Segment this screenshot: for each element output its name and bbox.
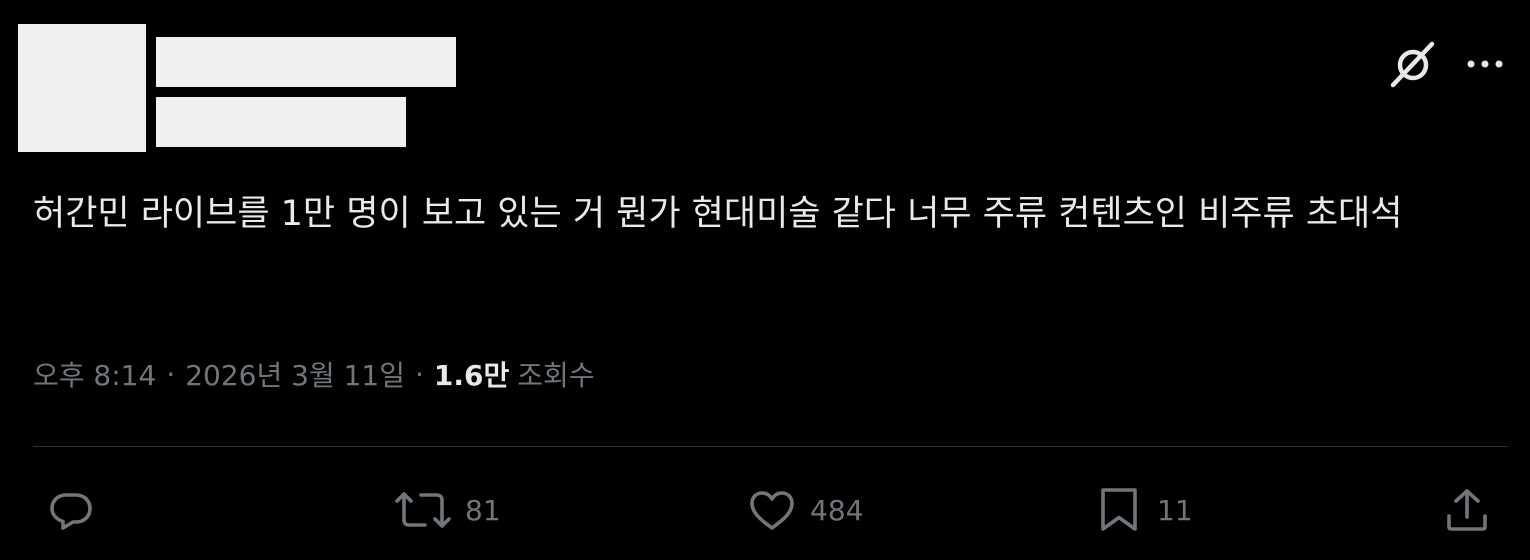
retweet-icon [393, 486, 453, 534]
reply-button[interactable] [46, 486, 98, 534]
grok-icon[interactable] [1386, 38, 1440, 92]
retweet-button[interactable]: 81 [393, 486, 501, 534]
tweet-meta: 오후 8:14 · 2026년 3월 11일 · 1.6만 조회수 [33, 352, 595, 396]
tweet-text: 허간민 라이브를 1만 명이 보고 있는 거 뭔가 현대미술 같다 너무 주류 … [33, 194, 1403, 234]
retweet-count: 81 [465, 493, 501, 527]
bookmark-button[interactable]: 11 [1097, 486, 1193, 534]
tweet-time[interactable]: 오후 8:14 [33, 354, 156, 394]
bookmark-count: 11 [1157, 493, 1193, 527]
views-count: 1.6만 [433, 359, 510, 392]
bookmark-icon [1097, 486, 1145, 534]
like-count: 484 [810, 493, 864, 527]
heart-icon [746, 486, 798, 534]
avatar[interactable] [18, 24, 146, 152]
like-button[interactable]: 484 [746, 486, 863, 534]
display-name-redacted[interactable] [156, 37, 456, 87]
share-button[interactable] [1443, 486, 1491, 534]
meta-separator: · [415, 357, 424, 391]
username-redacted[interactable] [156, 97, 406, 147]
tweet-date[interactable]: 2026년 3월 11일 [185, 354, 405, 394]
more-options-icon[interactable] [1463, 48, 1507, 80]
reply-icon [46, 486, 98, 534]
meta-separator: · [166, 357, 176, 391]
divider [33, 446, 1508, 447]
views-label: 조회수 [517, 359, 595, 392]
share-icon [1443, 486, 1491, 534]
tweet-card: 허간민 라이브를 1만 명이 보고 있는 거 뭔가 현대미술 같다 너무 주류 … [0, 0, 1530, 560]
